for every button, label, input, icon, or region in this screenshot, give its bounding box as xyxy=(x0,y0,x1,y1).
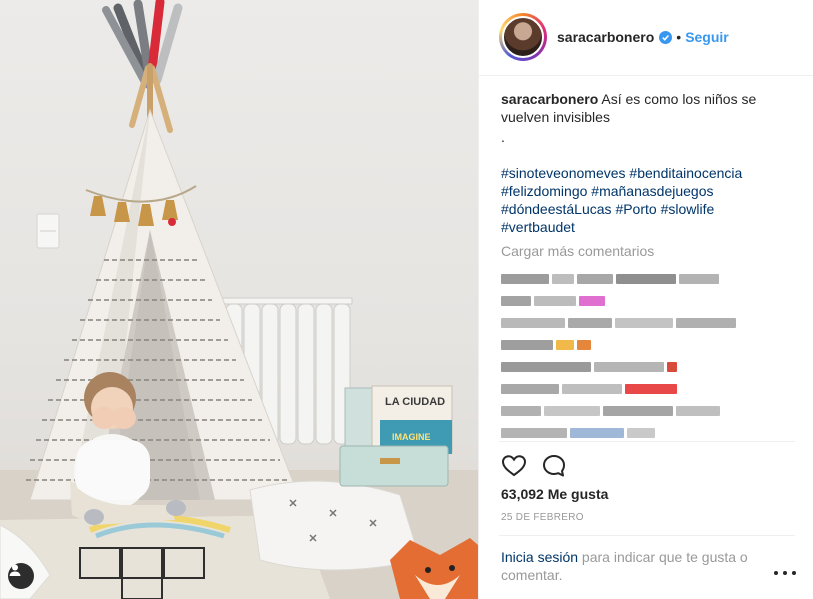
comment-icon xyxy=(543,455,565,477)
caption: saracarbonero Así es como los niños se v… xyxy=(501,90,773,126)
comments-section: saracarbonero Así es como los niños se v… xyxy=(501,90,773,442)
post-photo[interactable]: LA CIUDAD IMAGINE xyxy=(0,0,478,599)
comment-button[interactable] xyxy=(541,453,567,479)
list-item xyxy=(501,422,773,442)
more-options-icon[interactable] xyxy=(774,566,796,580)
follow-button[interactable]: Seguir xyxy=(685,29,729,45)
hashtag-link[interactable]: #dóndeestáLucas xyxy=(501,201,612,217)
avatar[interactable] xyxy=(502,16,544,58)
instagram-post: LA CIUDAD IMAGINE saracarbonero • Seguir… xyxy=(0,0,813,599)
user-tag-icon xyxy=(9,564,21,576)
book2-title: IMAGINE xyxy=(392,432,431,442)
hashtag-link[interactable]: #Porto xyxy=(615,201,656,217)
post-date[interactable]: 25 DE FEBRERO xyxy=(501,512,584,523)
actions-divider xyxy=(499,441,795,442)
username-link[interactable]: saracarbonero xyxy=(557,29,654,45)
heart-icon xyxy=(501,455,527,477)
hashtag-link[interactable]: #benditainocencia xyxy=(629,165,742,181)
list-item xyxy=(501,290,773,312)
hashtag-link[interactable]: #felizdomingo xyxy=(501,183,587,199)
footer-divider xyxy=(499,535,795,536)
teepee-scene: LA CIUDAD IMAGINE xyxy=(0,0,478,599)
hashtag-link[interactable]: #sinoteveonomeves xyxy=(501,165,626,181)
login-prompt: Inicia sesión para indicar que te gusta … xyxy=(501,548,767,584)
header-separator: • xyxy=(676,29,682,45)
post-header: saracarbonero • Seguir xyxy=(499,12,769,62)
post-side-panel: saracarbonero • Seguir saracarbonero Así… xyxy=(478,0,813,599)
like-count[interactable]: 63,092 Me gusta xyxy=(501,486,608,502)
hashtag-link[interactable]: #slowlife xyxy=(661,201,715,217)
list-item xyxy=(501,268,773,290)
hashtag-link[interactable]: #mañanasdejuegos xyxy=(591,183,713,199)
list-item xyxy=(501,312,773,334)
list-item xyxy=(501,334,773,356)
caption-username[interactable]: saracarbonero xyxy=(501,91,598,107)
like-button[interactable] xyxy=(501,453,527,479)
list-item xyxy=(501,356,773,378)
user-tag-button[interactable] xyxy=(8,563,34,589)
caption-dot: . xyxy=(501,129,505,145)
verified-badge-icon xyxy=(659,30,673,44)
login-link[interactable]: Inicia sesión xyxy=(501,549,578,565)
list-item xyxy=(501,378,773,400)
book-title: LA CIUDAD xyxy=(385,396,445,408)
load-more-comments-button[interactable]: Cargar más comentarios xyxy=(501,242,773,260)
list-item xyxy=(501,400,773,422)
header-divider xyxy=(479,75,813,76)
avatar-story-ring[interactable] xyxy=(499,13,547,61)
hashtag-link[interactable]: #vertbaudet xyxy=(501,219,575,235)
hashtag-list: #sinoteveonomeves #benditainocencia #fel… xyxy=(501,164,773,236)
obscured-comments xyxy=(501,268,773,442)
